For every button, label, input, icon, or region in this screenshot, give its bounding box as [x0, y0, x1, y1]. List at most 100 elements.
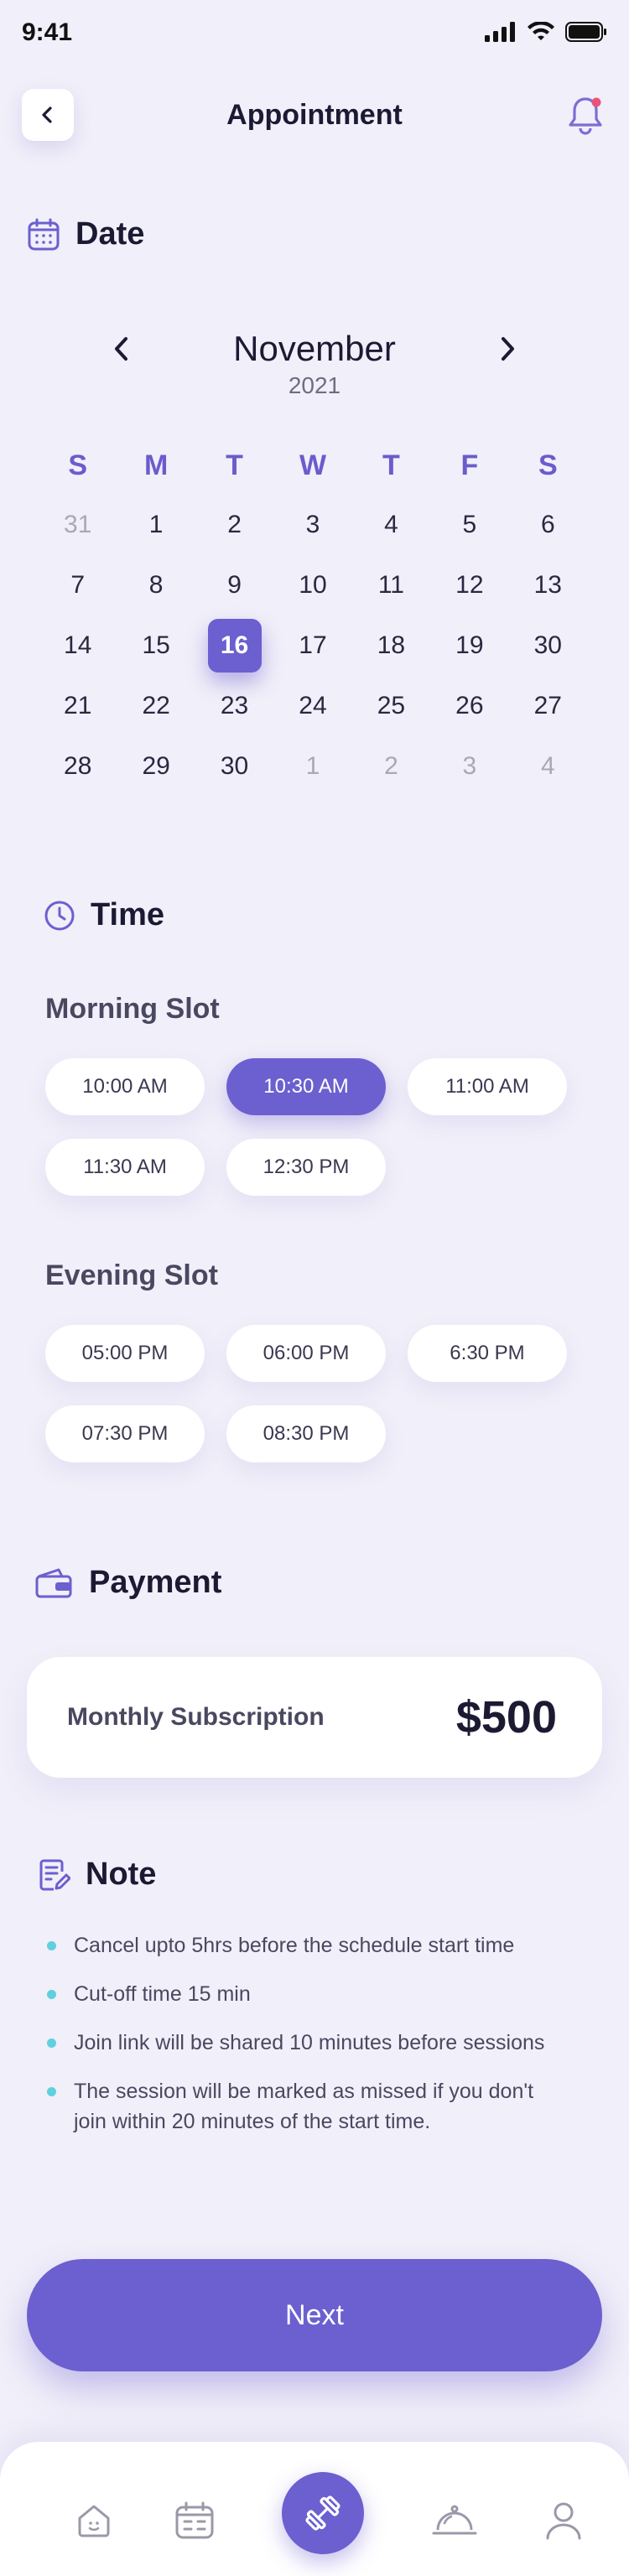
- calendar-day[interactable]: 15: [117, 615, 195, 676]
- prev-month-button[interactable]: [105, 332, 138, 366]
- date-section-title: Date: [27, 216, 144, 252]
- note-section-label: Note: [86, 1857, 157, 1892]
- nav-meals[interactable]: [429, 2496, 480, 2546]
- subscription-card[interactable]: Monthly Subscription $500: [27, 1657, 602, 1778]
- calendar-day[interactable]: 4: [352, 495, 430, 555]
- calendar-day[interactable]: 3: [430, 736, 508, 797]
- calendar-day-number: 30: [533, 631, 562, 659]
- calendar-day[interactable]: 12: [430, 555, 508, 615]
- calendar-day-number: 24: [299, 692, 327, 719]
- morning-slot-selected[interactable]: 10:30 AM: [226, 1058, 386, 1115]
- calendar-day[interactable]: 10: [273, 555, 351, 615]
- evening-slot[interactable]: 07:30 PM: [45, 1405, 205, 1462]
- page-title: Appointment: [226, 99, 403, 131]
- weekday-header: F: [460, 449, 479, 481]
- evening-slot-label: Evening Slot: [45, 1259, 218, 1291]
- morning-slot[interactable]: 11:30 AM: [45, 1139, 205, 1196]
- calendar-day[interactable]: 25: [352, 676, 430, 736]
- calendar-day-number: 8: [148, 571, 164, 599]
- calendar-day[interactable]: 6: [509, 495, 587, 555]
- calendar-day-number: 1: [148, 511, 164, 538]
- calendar-day-number: 9: [227, 571, 242, 599]
- calendar-day[interactable]: 17: [273, 615, 351, 676]
- note-item: The session will be marked as missed if …: [47, 2076, 550, 2137]
- time-section-label: Time: [91, 897, 165, 932]
- morning-slot-label: Morning Slot: [45, 993, 220, 1025]
- calendar-day[interactable]: 24: [273, 676, 351, 736]
- calendar-day[interactable]: 3: [273, 495, 351, 555]
- calendar-day-number: 25: [377, 692, 406, 719]
- note-item: Cut-off time 15 min: [47, 1979, 550, 2009]
- calendar-day[interactable]: 9: [195, 555, 273, 615]
- calendar-day[interactable]: 31: [39, 495, 117, 555]
- evening-slot[interactable]: 05:00 PM: [45, 1325, 205, 1382]
- subscription-price: $500: [455, 1692, 557, 1742]
- calendar-day-number: 21: [64, 692, 92, 719]
- status-icons: [485, 22, 607, 42]
- nav-workout[interactable]: [282, 2472, 364, 2554]
- notification-button[interactable]: [565, 94, 606, 138]
- notes-list: Cancel upto 5hrs before the schedule sta…: [47, 1930, 550, 2155]
- evening-slot-grid: 05:00 PM 06:00 PM 6:30 PM 07:30 PM 08:30 PM: [45, 1325, 567, 1462]
- weekday-header: T: [226, 449, 243, 481]
- profile-icon: [546, 2502, 581, 2540]
- calendar-day-number: 2: [384, 752, 398, 780]
- calendar-day-number: 27: [533, 692, 562, 719]
- calendar-day[interactable]: 1: [273, 736, 351, 797]
- calendar-grid: S M T W T F S 31 1 2 3 4 5 6 7 8 9 10 11 12 13 14 15 16 17 18 19 30…: [39, 436, 587, 797]
- calendar-day[interactable]: 5: [430, 495, 508, 555]
- year-label: 2021: [288, 372, 341, 398]
- signal-icon: [485, 22, 515, 42]
- calendar-day[interactable]: 13: [509, 555, 587, 615]
- nav-calendar[interactable]: [169, 2496, 220, 2546]
- calendar-day-number: 23: [220, 692, 249, 719]
- calendar-day[interactable]: 18: [352, 615, 430, 676]
- weekday-header: W: [299, 449, 327, 481]
- calendar-day[interactable]: 7: [39, 555, 117, 615]
- date-section-label: Date: [75, 216, 145, 252]
- calendar-day-number: 19: [455, 631, 484, 659]
- nav-profile[interactable]: [538, 2496, 589, 2546]
- calendar-day[interactable]: 11: [352, 555, 430, 615]
- morning-slot[interactable]: 10:00 AM: [45, 1058, 205, 1115]
- calendar-day[interactable]: 2: [195, 495, 273, 555]
- morning-slot[interactable]: 11:00 AM: [408, 1058, 567, 1115]
- calendar-day[interactable]: 8: [117, 555, 195, 615]
- nav-home[interactable]: [69, 2496, 119, 2546]
- calendar-day-number: 7: [70, 571, 86, 599]
- calendar-day[interactable]: 27: [509, 676, 587, 736]
- wifi-icon: [528, 22, 554, 40]
- calendar-day[interactable]: 28: [39, 736, 117, 797]
- calendar-day-number: 28: [64, 752, 92, 780]
- calendar-day-number: 4: [540, 752, 555, 780]
- calendar-day-selected[interactable]: 16: [195, 615, 273, 676]
- calendar-day[interactable]: 4: [509, 736, 587, 797]
- calendar-day[interactable]: 14: [39, 615, 117, 676]
- morning-slot[interactable]: 12:30 PM: [226, 1139, 386, 1196]
- calendar-day[interactable]: 22: [117, 676, 195, 736]
- evening-slot[interactable]: 08:30 PM: [226, 1405, 386, 1462]
- calendar-day[interactable]: 2: [352, 736, 430, 797]
- calendar-day-number: 16: [207, 619, 262, 673]
- calendar-day-number: 2: [227, 511, 242, 538]
- evening-slot[interactable]: 06:00 PM: [226, 1325, 386, 1382]
- evening-slot[interactable]: 6:30 PM: [408, 1325, 567, 1382]
- calendar-day[interactable]: 30: [195, 736, 273, 797]
- payment-section-title: Payment: [34, 1565, 221, 1601]
- calendar-day[interactable]: 29: [117, 736, 195, 797]
- calendar-day-number: 15: [142, 631, 170, 659]
- next-month-button[interactable]: [491, 332, 524, 366]
- cloche-icon: [432, 2505, 477, 2535]
- calendar-day[interactable]: 23: [195, 676, 273, 736]
- calendar-day[interactable]: 19: [430, 615, 508, 676]
- home-icon: [78, 2505, 110, 2537]
- next-button[interactable]: Next: [27, 2259, 602, 2371]
- calendar-day[interactable]: 30: [509, 615, 587, 676]
- chevron-left-icon: [115, 337, 127, 361]
- calendar-day-number: 4: [384, 511, 398, 538]
- note-item: Join link will be shared 10 minutes befo…: [47, 2028, 550, 2058]
- chevron-right-icon: [502, 337, 514, 361]
- calendar-day[interactable]: 21: [39, 676, 117, 736]
- calendar-day[interactable]: 1: [117, 495, 195, 555]
- calendar-day[interactable]: 26: [430, 676, 508, 736]
